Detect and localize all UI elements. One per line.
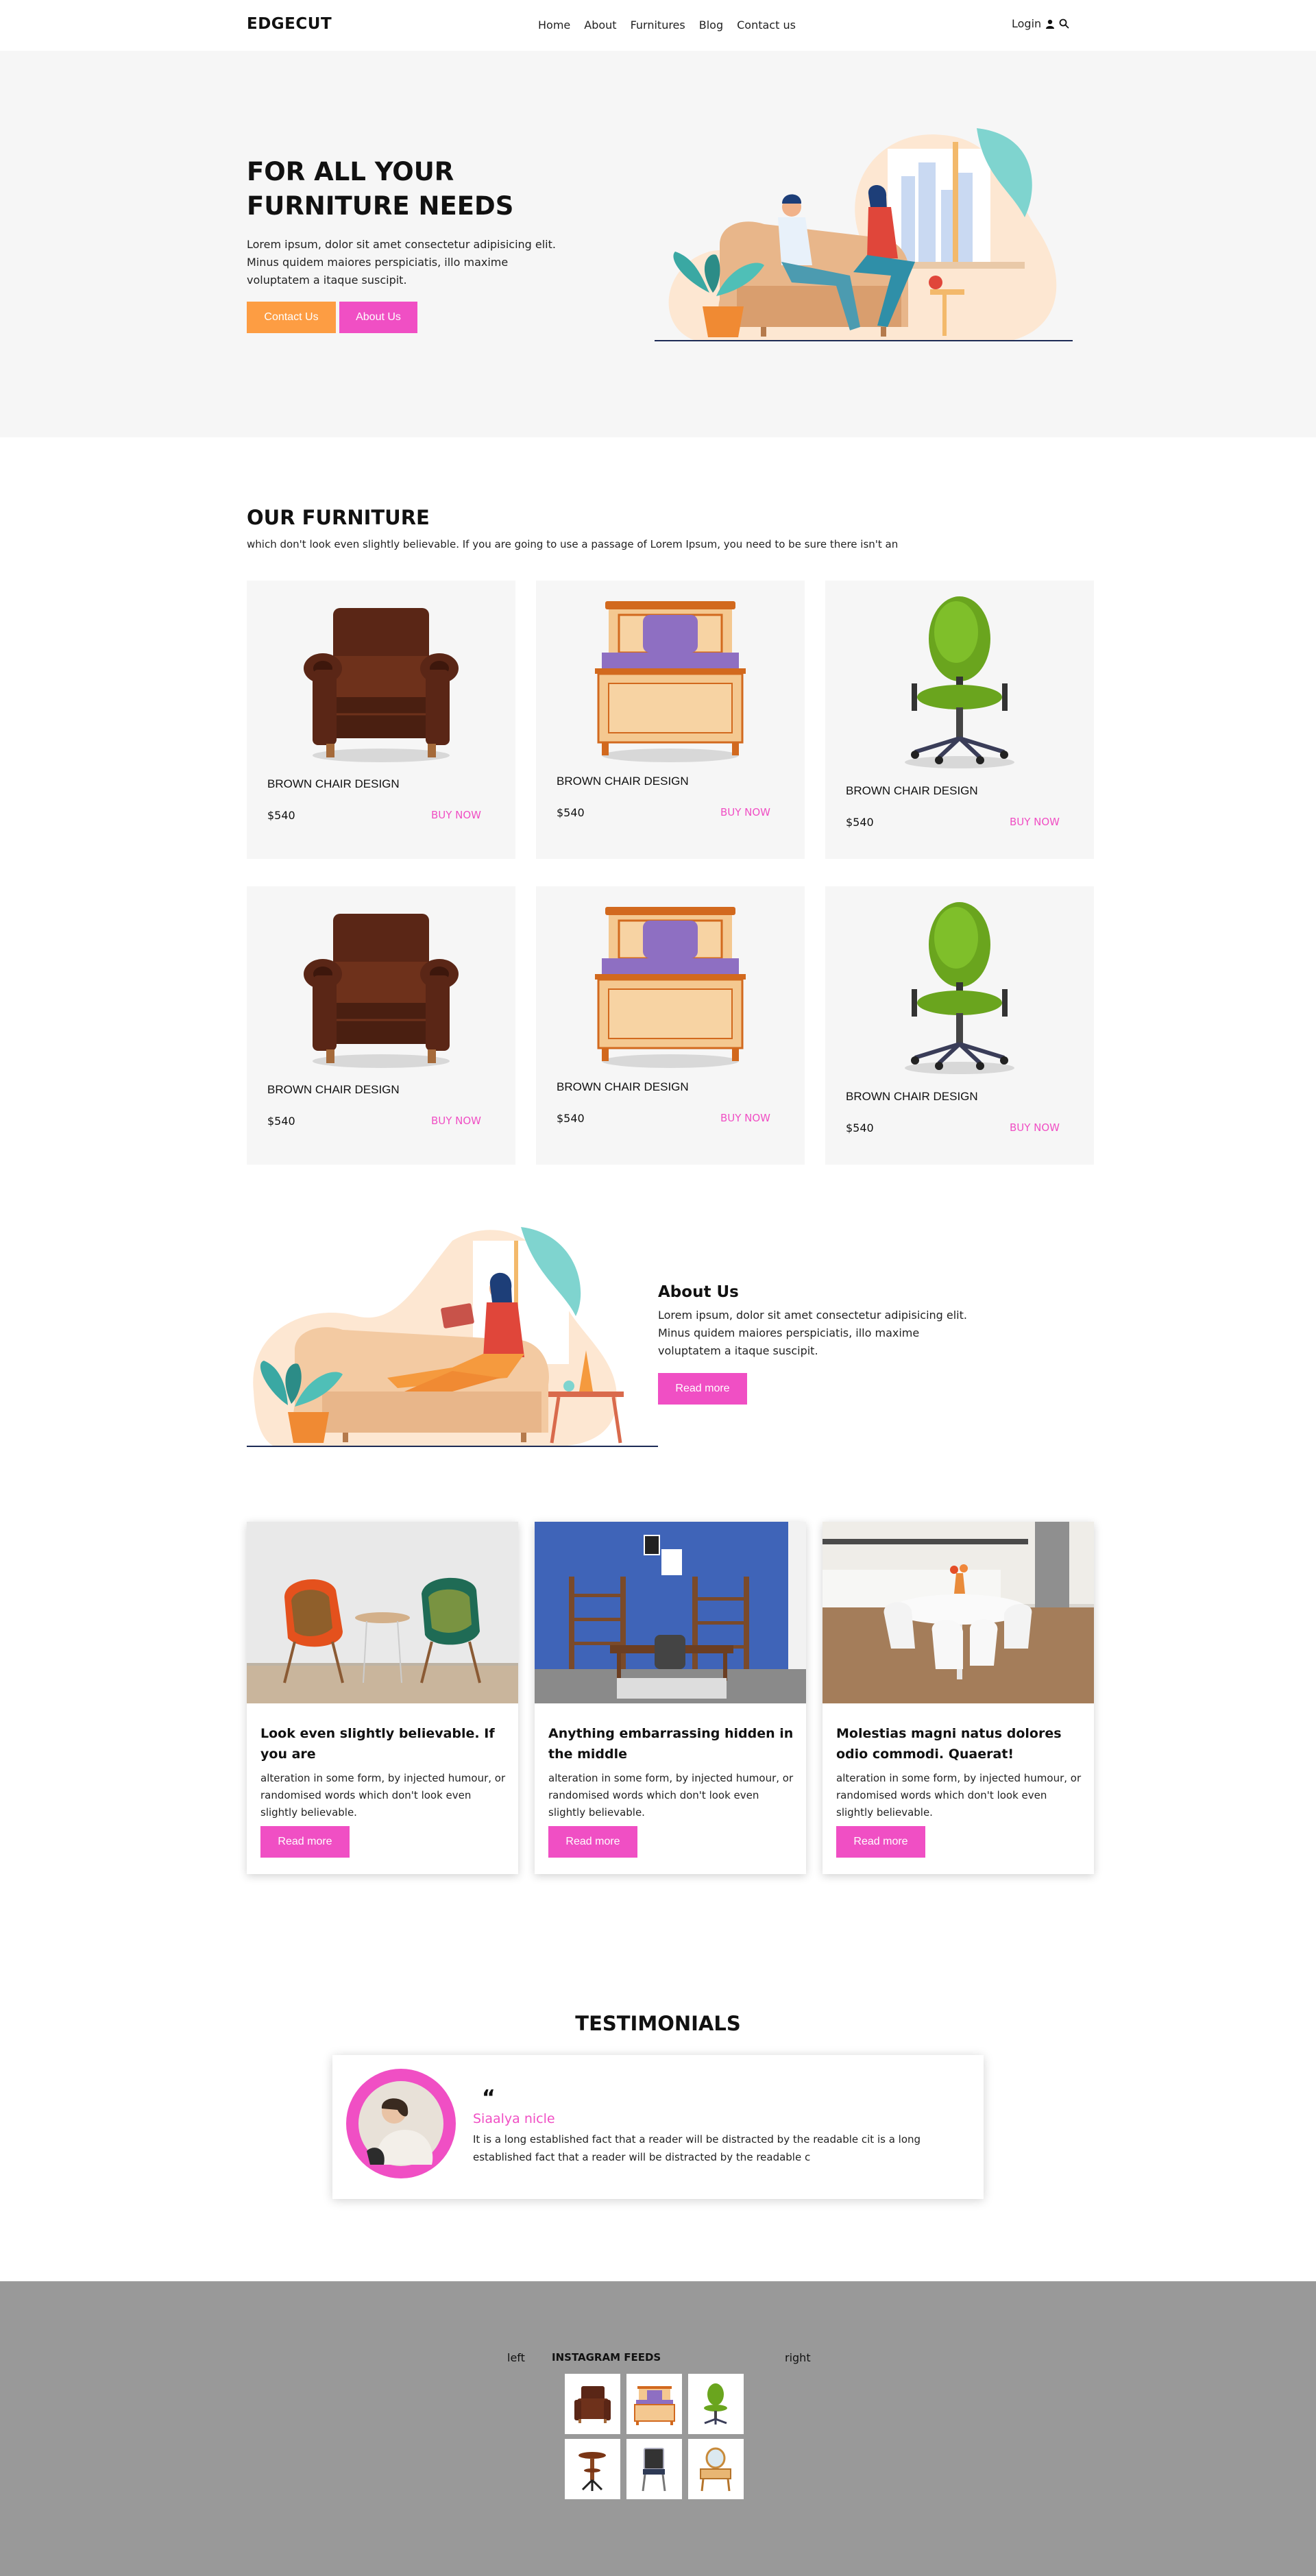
blog-read-more-button[interactable]: Read more	[836, 1826, 925, 1858]
user-icon[interactable]	[1045, 19, 1055, 29]
about-title: About Us	[658, 1283, 739, 1301]
blog-card: Molestias magni natus dolores odio commo…	[822, 1522, 1094, 1874]
product-name: BROWN CHAIR DESIGN	[846, 1090, 978, 1103]
dining-chair-icon	[642, 2448, 666, 2492]
product-name: BROWN CHAIR DESIGN	[557, 1080, 689, 1093]
buy-now-link[interactable]: BUY NOW	[431, 809, 481, 821]
search-icon[interactable]	[1059, 19, 1069, 29]
blog-image	[247, 1522, 518, 1703]
armchair-icon	[574, 2386, 611, 2423]
vanity-table-icon	[700, 2447, 731, 2492]
office-chair-icon	[905, 902, 1014, 1074]
product-name: BROWN CHAIR DESIGN	[557, 775, 689, 788]
office-chair-icon	[704, 2383, 727, 2425]
instagram-thumb[interactable]	[626, 2439, 682, 2499]
testimonial-name: Siaalya nicle	[473, 2111, 555, 2126]
furniture-card[interactable]: BROWN CHAIR DESIGN $540 BUY NOW	[247, 886, 515, 1165]
footer-left-label: left	[507, 2351, 525, 2364]
furniture-card[interactable]: BROWN CHAIR DESIGN $540 BUY NOW	[825, 886, 1094, 1165]
nav-link-furnitures[interactable]: Furnitures	[631, 19, 685, 32]
instagram-thumb[interactable]	[565, 2439, 620, 2499]
blog-text: alteration in some form, by injected hum…	[548, 1772, 794, 1819]
nav-link-home[interactable]: Home	[538, 19, 570, 32]
product-price: $540	[846, 1121, 874, 1134]
bed-icon	[595, 907, 746, 1068]
blog-text: alteration in some form, by injected hum…	[836, 1772, 1082, 1819]
blog-card: Anything embarrassing hidden in the midd…	[535, 1522, 806, 1874]
login-link[interactable]: Login	[1012, 17, 1041, 30]
furniture-card[interactable]: BROWN CHAIR DESIGN $540 BUY NOW	[825, 581, 1094, 859]
nav-link-contact[interactable]: Contact us	[737, 19, 796, 32]
blog-text: alteration in some form, by injected hum…	[260, 1772, 506, 1819]
testimonial-card: “ Siaalya nicle It is a long established…	[332, 2055, 984, 2199]
nav-link-about[interactable]: About	[584, 19, 616, 32]
buy-now-link[interactable]: BUY NOW	[720, 1112, 770, 1124]
product-name: BROWN CHAIR DESIGN	[846, 784, 978, 797]
furniture-card[interactable]: BROWN CHAIR DESIGN $540 BUY NOW	[247, 581, 515, 859]
product-price: $540	[557, 1112, 585, 1125]
brand-logo[interactable]: EDGECUT	[247, 15, 332, 33]
bed-icon	[595, 601, 746, 762]
blog-title: Molestias magni natus dolores odio commo…	[836, 1726, 1062, 1762]
quote-mark: “	[482, 2086, 496, 2110]
blog-read-more-button[interactable]: Read more	[548, 1826, 637, 1858]
product-price: $540	[557, 806, 585, 819]
side-table-icon	[578, 2452, 606, 2491]
product-name: BROWN CHAIR DESIGN	[267, 777, 400, 790]
footer: left INSTAGRAM FEEDS right	[0, 2281, 1316, 2576]
buy-now-link[interactable]: BUY NOW	[720, 806, 770, 818]
footer-right-label: right	[785, 2351, 811, 2364]
furniture-card[interactable]: BROWN CHAIR DESIGN $540 BUY NOW	[536, 886, 805, 1165]
buy-now-link[interactable]: BUY NOW	[1010, 1121, 1060, 1134]
about-illustration	[247, 1227, 658, 1447]
buy-now-link[interactable]: BUY NOW	[431, 1115, 481, 1127]
about-read-more-button[interactable]: Read more	[658, 1373, 747, 1405]
blog-read-more-button[interactable]: Read more	[260, 1826, 350, 1858]
furniture-card[interactable]: BROWN CHAIR DESIGN $540 BUY NOW	[536, 581, 805, 859]
buy-now-link[interactable]: BUY NOW	[1010, 816, 1060, 828]
instagram-feeds-title: INSTAGRAM FEEDS	[552, 2351, 661, 2364]
testimonial-text: It is a long established fact that a rea…	[473, 2133, 921, 2163]
instagram-thumb[interactable]	[565, 2374, 620, 2434]
armchair-icon	[304, 608, 459, 762]
nav-menu: Home About Furnitures Blog Contact us	[538, 19, 796, 32]
about-us-button[interactable]: About Us	[339, 302, 417, 333]
blog-title: Look even slightly believable. If you ar…	[260, 1726, 495, 1762]
instagram-thumb[interactable]	[688, 2439, 744, 2499]
instagram-thumb[interactable]	[626, 2374, 682, 2434]
about-text: Lorem ipsum, dolor sit amet consectetur …	[658, 1309, 967, 1357]
furniture-subtitle: which don't look even slightly believabl…	[247, 538, 899, 550]
product-price: $540	[846, 816, 874, 829]
hero-text: Lorem ipsum, dolor sit amet consectetur …	[247, 238, 556, 287]
testimonials-title: TESTIMONIALS	[575, 2012, 741, 2035]
hero-title: FOR ALL YOUR FURNITURE NEEDS	[247, 157, 514, 221]
avatar	[346, 2069, 456, 2178]
blog-image	[535, 1522, 806, 1703]
product-name: BROWN CHAIR DESIGN	[267, 1083, 400, 1096]
hero-illustration	[655, 128, 1073, 341]
product-price: $540	[267, 809, 295, 822]
blog-title: Anything embarrassing hidden in the midd…	[548, 1726, 794, 1762]
product-price: $540	[267, 1115, 295, 1128]
person-photo	[358, 2081, 443, 2166]
instagram-thumb[interactable]	[688, 2374, 744, 2434]
furniture-title: OUR FURNITURE	[247, 506, 430, 529]
nav-link-blog[interactable]: Blog	[699, 19, 723, 32]
bed-icon	[634, 2386, 675, 2425]
top-nav: EDGECUT Home About Furnitures Blog Conta…	[0, 0, 1316, 51]
login-area: Login	[1012, 17, 1069, 30]
blog-card: Look even slightly believable. If you ar…	[247, 1522, 518, 1874]
blog-image	[822, 1522, 1094, 1703]
hero-section: FOR ALL YOUR FURNITURE NEEDS Lorem ipsum…	[0, 51, 1316, 437]
office-chair-icon	[905, 596, 1014, 768]
contact-us-button[interactable]: Contact Us	[247, 302, 336, 333]
armchair-icon	[304, 914, 459, 1068]
